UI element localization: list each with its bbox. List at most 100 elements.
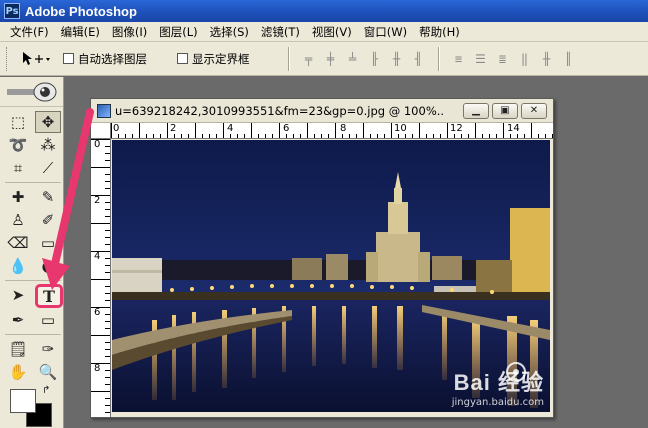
notes-tool-icon[interactable]: 🗒	[5, 338, 31, 360]
ruler-h-label: 12	[450, 123, 463, 134]
color-swatches: ↱	[8, 385, 56, 428]
magic-wand-tool-icon[interactable]: ⁂	[35, 134, 61, 156]
ruler-v-label: 2	[94, 195, 101, 206]
menu-view[interactable]: 视图(V)	[306, 24, 358, 40]
lasso-tool-icon[interactable]: ➰	[5, 134, 31, 156]
document-window: u=639218242,3010993551&fm=23&gp=0.jpg @ …	[90, 98, 554, 418]
healing-brush-tool-icon[interactable]: ✚	[5, 186, 31, 208]
tool-divider	[5, 280, 61, 281]
maximize-button[interactable]: ▣	[492, 102, 518, 119]
window-buttons: ▁ ▣ ✕	[463, 102, 547, 119]
move-tool-icon[interactable]: ✥	[35, 111, 61, 133]
eyedropper-tool-icon[interactable]: ✑	[35, 338, 61, 360]
ruler-v-label: 4	[94, 251, 101, 262]
tool-preset-picker[interactable]	[15, 48, 55, 70]
menu-help[interactable]: 帮助(H)	[413, 24, 466, 40]
clone-stamp-tool-icon[interactable]: ♙	[5, 209, 31, 231]
distribute-vcenter-icon[interactable]: ☰	[470, 49, 492, 69]
watermark-url: jingyan.baidu.com	[451, 397, 544, 408]
separator	[437, 46, 440, 71]
distribute-bottom-icon[interactable]: ≣	[492, 49, 514, 69]
ruler-h-label: 6	[283, 123, 290, 134]
photoshop-eye-icon	[6, 82, 56, 101]
toolbox: ⬚ ✥ ➰ ⁂ ⌗ ⟋ ✚ ✎ ♙ ✐ ⌫ ▭ 💧 ● ➤ T ✒ ▭ 🗒 ✑ …	[0, 77, 64, 428]
title-bar: Ps Adobe Photoshop	[0, 0, 648, 22]
hand-tool-icon[interactable]: ✋	[5, 361, 31, 383]
marquee-tool-icon[interactable]: ⬚	[5, 111, 31, 133]
ruler-h-label: 4	[227, 123, 234, 134]
ruler-h-label: 10	[394, 123, 407, 134]
blur-tool-icon[interactable]: 💧	[5, 255, 31, 277]
path-selection-tool-icon[interactable]: ➤	[5, 284, 31, 306]
move-tool-icon	[23, 51, 50, 65]
ruler-v-label: 8	[94, 363, 101, 374]
document-title-bar[interactable]: u=639218242,3010993551&fm=23&gp=0.jpg @ …	[91, 99, 553, 123]
watermark-logo: Bai 经验	[453, 370, 544, 395]
show-bounding-box-checkbox[interactable]: 显示定界框	[177, 51, 250, 67]
options-grip[interactable]	[6, 46, 9, 71]
options-bar: 自动选择图层 显示定界框 ╤ ╪ ╧ ╟ ╫ ╢ ≡ ☰ ≣ ‖ ╫ ║	[0, 42, 648, 76]
foreground-color-swatch[interactable]	[10, 389, 36, 413]
menu-image[interactable]: 图像(I)	[106, 24, 153, 40]
document-icon	[97, 103, 111, 118]
align-vcenter-icon[interactable]: ╪	[320, 49, 342, 69]
gradient-tool-icon[interactable]: ▭	[35, 232, 61, 254]
tool-divider	[5, 334, 61, 335]
horizontal-ruler[interactable]: 0 2 4 6 8 10 12 14	[111, 123, 553, 139]
distribute-hcenter-icon[interactable]: ╫	[536, 49, 558, 69]
ruler-ticks	[91, 139, 110, 413]
watermark: Bai 经验 jingyan.baidu.com	[452, 365, 544, 408]
tool-divider	[5, 182, 61, 183]
eraser-tool-icon[interactable]: ⌫	[5, 232, 31, 254]
ruler-v-label: 0	[94, 139, 101, 150]
tool-grid: ⬚ ✥ ➰ ⁂ ⌗ ⟋ ✚ ✎ ♙ ✐ ⌫ ▭ 💧 ● ➤ T ✒ ▭ 🗒 ✑ …	[0, 107, 63, 387]
ruler-corner[interactable]	[91, 123, 111, 139]
vertical-ruler[interactable]: 0 2 4 6 8	[91, 139, 111, 417]
document-title: u=639218242,3010993551&fm=23&gp=0.jpg @ …	[115, 103, 445, 118]
ruler-h-label: 0	[113, 123, 120, 134]
distribute-top-icon[interactable]: ≡	[448, 49, 470, 69]
menu-edit[interactable]: 编辑(E)	[55, 24, 106, 40]
ruler-h-label: 2	[170, 123, 177, 134]
shape-tool-icon[interactable]: ▭	[35, 309, 61, 331]
ruler-ticks	[111, 123, 553, 138]
align-bottom-icon[interactable]: ╧	[342, 49, 364, 69]
image-canvas[interactable]: Bai 经验 jingyan.baidu.com	[112, 140, 550, 412]
distribute-right-icon[interactable]: ║	[558, 49, 580, 69]
history-brush-tool-icon[interactable]: ✐	[35, 209, 61, 231]
separator	[287, 46, 290, 71]
align-left-icon[interactable]: ╟	[364, 49, 386, 69]
slice-tool-icon[interactable]: ⟋	[35, 157, 61, 179]
pen-tool-icon[interactable]: ✒	[5, 309, 31, 331]
align-top-icon[interactable]: ╤	[298, 49, 320, 69]
align-hcenter-icon[interactable]: ╫	[386, 49, 408, 69]
zoom-tool-icon[interactable]: 🔍	[35, 361, 61, 383]
swap-colors-icon[interactable]: ↱	[42, 385, 50, 396]
close-button[interactable]: ✕	[521, 102, 547, 119]
menu-bar: 文件(F) 编辑(E) 图像(I) 图层(L) 选择(S) 滤镜(T) 视图(V…	[0, 22, 648, 42]
auto-select-layer-checkbox[interactable]: 自动选择图层	[63, 51, 147, 67]
auto-select-label: 自动选择图层	[78, 51, 147, 66]
window-title: Adobe Photoshop	[25, 3, 137, 19]
menu-window[interactable]: 窗口(W)	[358, 24, 413, 40]
checkbox-box[interactable]	[177, 53, 188, 64]
ruler-h-label: 14	[507, 123, 520, 134]
checkbox-box[interactable]	[63, 53, 74, 64]
show-bounds-label: 显示定界框	[192, 51, 250, 66]
ruler-h-label: 8	[340, 123, 347, 134]
dodge-tool-icon[interactable]: ●	[35, 255, 61, 277]
minimize-button[interactable]: ▁	[463, 102, 489, 119]
menu-filter[interactable]: 滤镜(T)	[255, 24, 306, 40]
crop-tool-icon[interactable]: ⌗	[5, 157, 31, 179]
type-tool[interactable]: T	[35, 284, 63, 308]
menu-select[interactable]: 选择(S)	[204, 24, 255, 40]
type-tool-glyph: T	[43, 286, 55, 306]
brush-tool-icon[interactable]: ✎	[35, 186, 61, 208]
photoshop-logo-icon: Ps	[4, 3, 20, 19]
ruler-v-label: 6	[94, 307, 101, 318]
menu-layer[interactable]: 图层(L)	[153, 24, 203, 40]
toolbox-header[interactable]	[0, 77, 63, 107]
align-right-icon[interactable]: ╢	[408, 49, 430, 69]
distribute-left-icon[interactable]: ‖	[514, 49, 536, 69]
menu-file[interactable]: 文件(F)	[4, 24, 55, 40]
